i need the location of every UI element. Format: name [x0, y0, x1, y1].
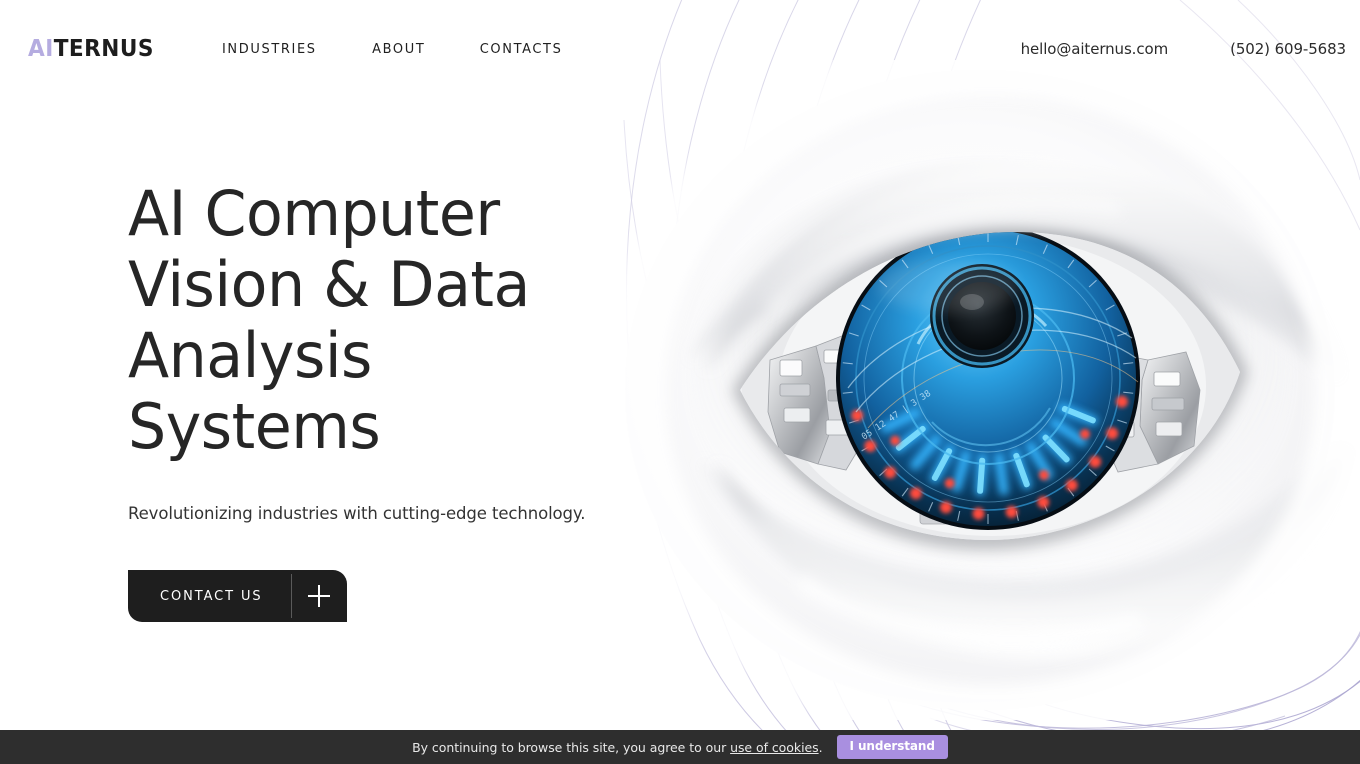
- nav-link-contacts[interactable]: CONTACTS: [480, 35, 563, 63]
- logo-rest: TERNUS: [53, 35, 154, 62]
- main-navigation: INDUSTRIES ABOUT CONTACTS: [220, 35, 564, 63]
- hero-section: AI Computer Vision & Data Analysis Syste…: [128, 177, 728, 623]
- robotic-eye-image: 05 12 47 | 3 38: [620, 60, 1360, 720]
- contact-us-label: CONTACT US: [160, 588, 263, 605]
- logo[interactable]: AITERNUS: [28, 35, 154, 62]
- site-header: AITERNUS INDUSTRIES ABOUT CONTACTS hello…: [0, 0, 1360, 98]
- accept-cookies-button[interactable]: I understand: [836, 735, 948, 759]
- cookie-text-after: .: [818, 739, 823, 755]
- cookie-consent-banner: By continuing to browse this site, you a…: [0, 730, 1360, 764]
- hero-subtitle: Revolutionizing industries with cutting-…: [128, 504, 586, 523]
- header-contacts: hello@aiternus.com (502) 609-5683: [1021, 40, 1346, 58]
- cookie-message: By continuing to browse this site, you a…: [412, 740, 822, 755]
- contact-us-button[interactable]: CONTACT US: [128, 570, 347, 623]
- plus-icon: [292, 570, 347, 622]
- page-title: AI Computer Vision & Data Analysis Syste…: [128, 177, 530, 463]
- phone-link[interactable]: (502) 609-5683: [1230, 40, 1346, 58]
- email-link[interactable]: hello@aiternus.com: [1021, 40, 1169, 58]
- nav-link-industries[interactable]: INDUSTRIES: [222, 35, 317, 63]
- svg-text:05 12 47 | 3 38: 05 12 47 | 3 38: [860, 389, 933, 443]
- logo-accent: AI: [28, 35, 54, 62]
- nav-link-about[interactable]: ABOUT: [372, 35, 425, 63]
- cookie-text-before: By continuing to browse this site, you a…: [412, 739, 731, 755]
- cookie-policy-link[interactable]: use of cookies: [730, 740, 819, 755]
- landing-page: 05 12 47 | 3 38 AITERNUS INDUSTRIES ABOU…: [0, 0, 1360, 764]
